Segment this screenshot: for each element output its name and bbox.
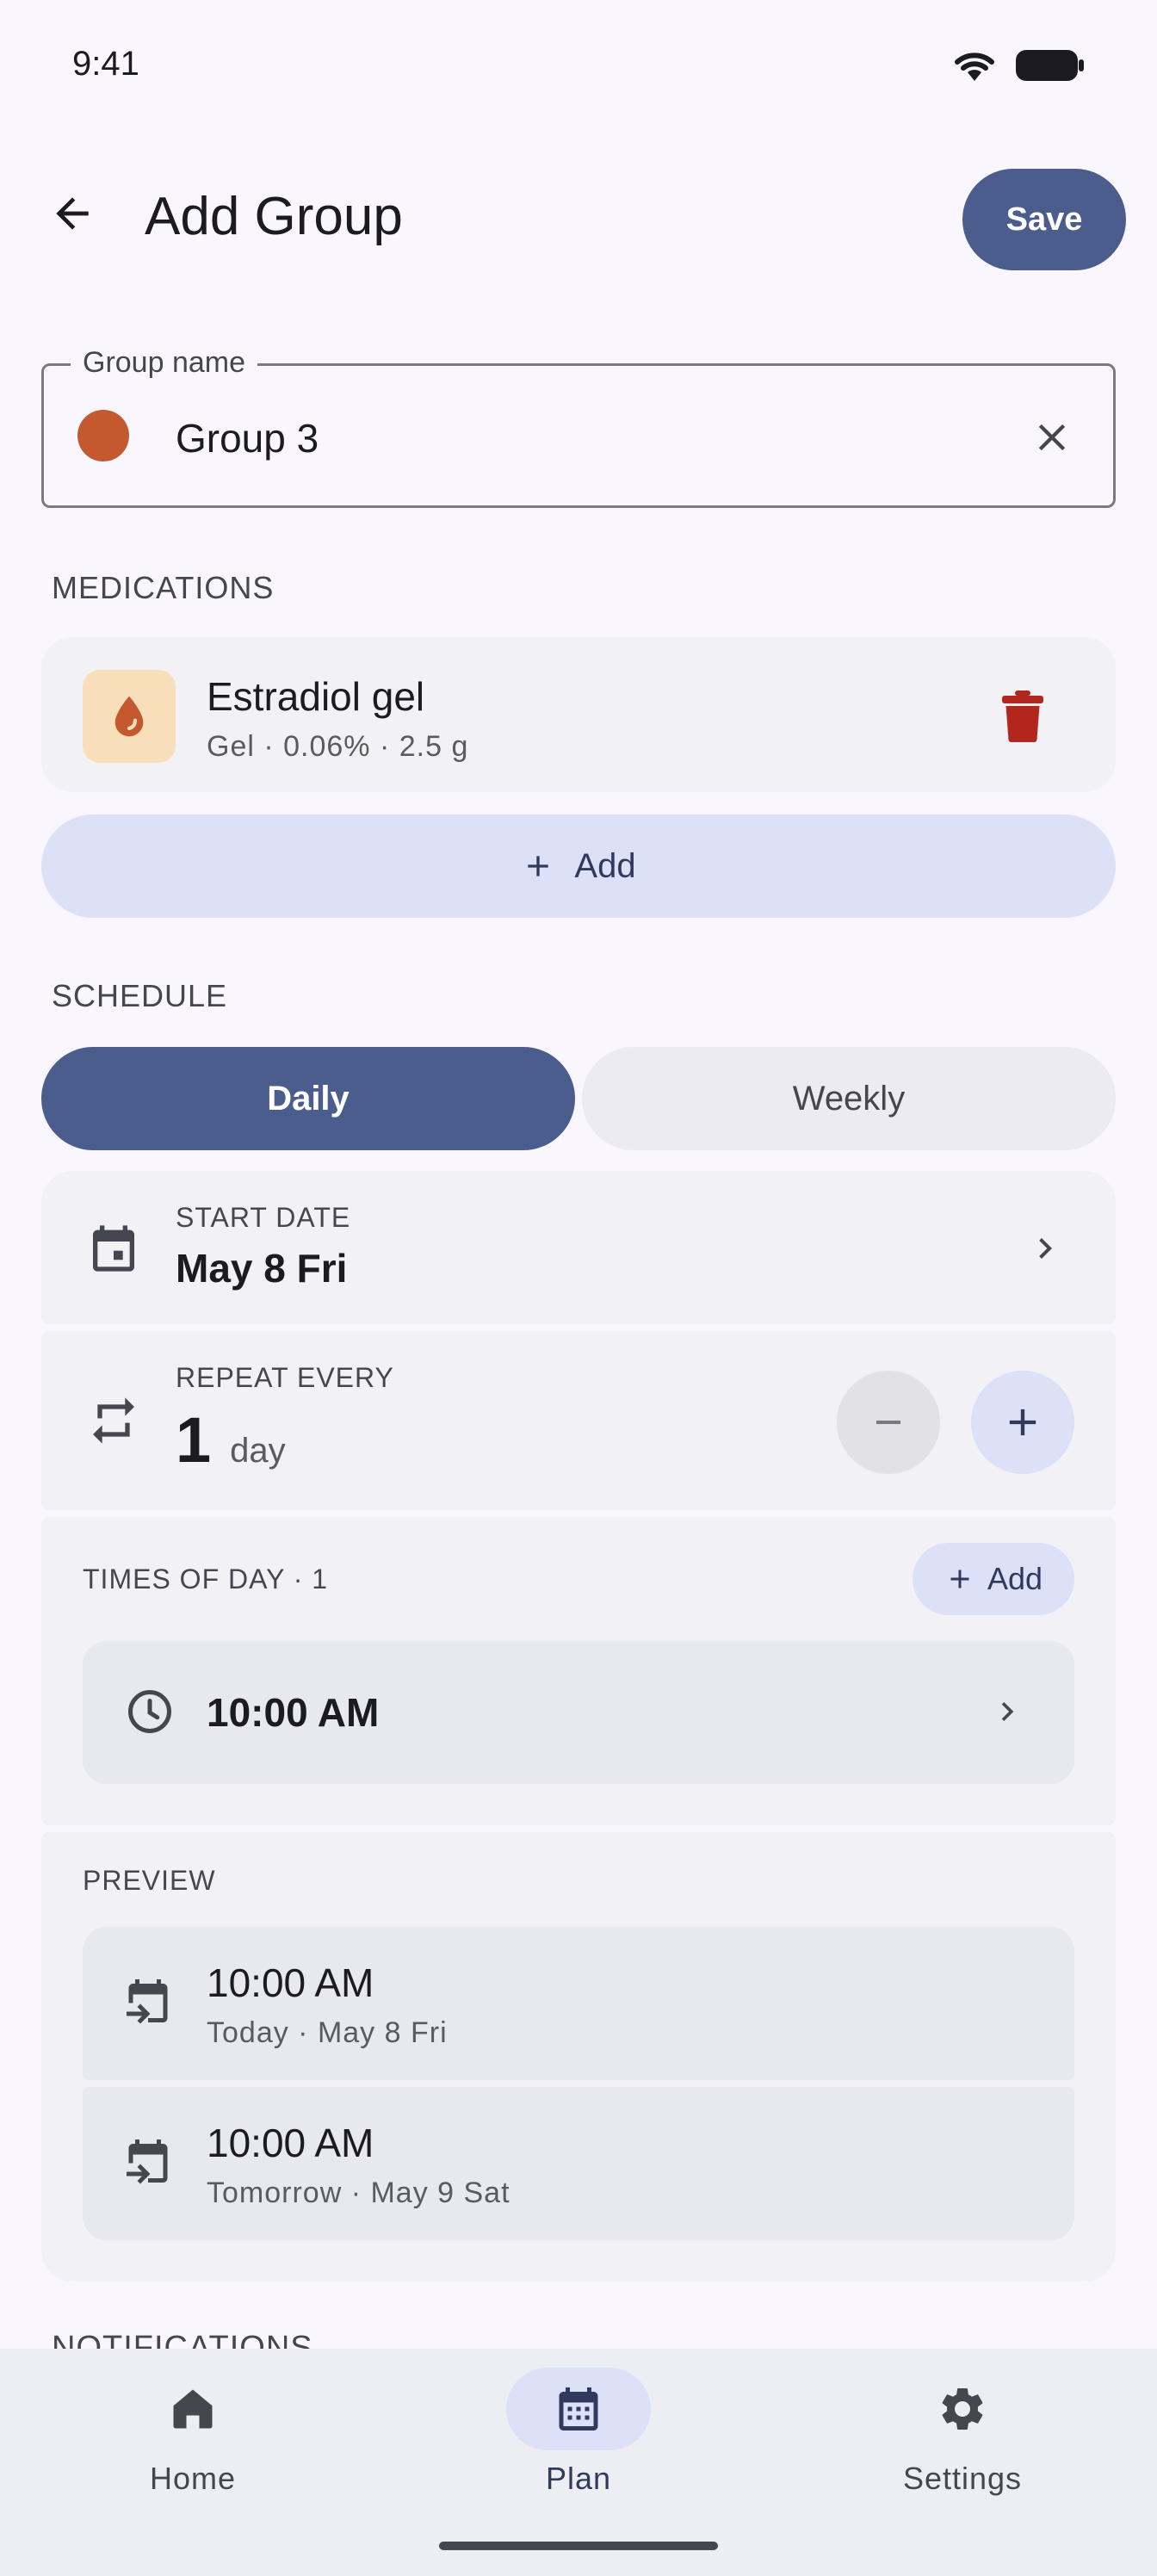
preview-label: PREVIEW <box>83 1865 216 1896</box>
home-icon <box>173 2389 213 2429</box>
event-upcoming-icon <box>122 2135 174 2191</box>
trash-icon <box>1002 690 1043 742</box>
plus-icon <box>528 856 549 876</box>
add-time-label: Add <box>987 1561 1043 1596</box>
repeat-icon <box>83 1390 145 1452</box>
delete-medication-button[interactable] <box>995 685 1050 747</box>
times-of-day-label: TIMES OF DAY · 1 <box>83 1564 329 1595</box>
start-date-label: START DATE <box>176 1202 351 1233</box>
plus-icon <box>1009 1409 1036 1436</box>
calendar-icon <box>559 2387 598 2430</box>
nav-item-home[interactable]: Home <box>81 2368 305 2497</box>
nav-pill-active <box>506 2368 651 2450</box>
chevron-right-icon <box>988 1693 1026 1735</box>
group-name-label: Group name <box>71 346 257 380</box>
medication-name: Estradiol gel <box>207 674 425 719</box>
nav-item-settings[interactable]: Settings <box>851 2368 1074 2497</box>
wifi-icon <box>955 53 994 81</box>
chevron-right-icon <box>1024 1228 1066 1273</box>
add-time-button[interactable]: Add <box>913 1543 1074 1615</box>
preview-time: 10:00 AM <box>207 2121 374 2165</box>
tab-daily[interactable]: Daily <box>41 1047 575 1150</box>
decrement-button[interactable] <box>837 1371 940 1474</box>
repeat-every-label: REPEAT EVERY <box>176 1362 394 1393</box>
repeat-unit: day <box>230 1432 286 1470</box>
preview-date: Today · May 8 Fri <box>207 2016 448 2049</box>
arrow-back-icon <box>56 197 89 230</box>
calendar-icon <box>83 1217 145 1279</box>
increment-button[interactable] <box>971 1371 1074 1474</box>
medication-detail: Gel · 0.06% · 2.5 g <box>207 730 469 763</box>
nav-label-home: Home <box>149 2461 237 2496</box>
plus-icon <box>950 1570 969 1588</box>
status-icons <box>952 48 1085 83</box>
medications-section-title: MEDICATIONS <box>52 570 275 605</box>
event-upcoming-icon <box>122 1975 174 2031</box>
nav-item-plan[interactable]: Plan <box>467 2368 690 2497</box>
battery-icon <box>1016 50 1084 81</box>
preview-time: 10:00 AM <box>207 1960 374 2005</box>
close-icon <box>1038 424 1066 451</box>
group-name-input[interactable]: Group 3 <box>176 415 319 461</box>
save-button[interactable]: Save <box>962 169 1126 270</box>
status-time: 9:41 <box>72 45 139 83</box>
nav-label-settings: Settings <box>902 2461 1023 2496</box>
add-medication-button[interactable]: Add <box>41 814 1116 918</box>
preview-date: Tomorrow · May 9 Sat <box>207 2177 510 2209</box>
tab-weekly[interactable]: Weekly <box>582 1047 1116 1150</box>
nav-label-plan: Plan <box>545 2461 612 2496</box>
time-value: 10:00 AM <box>207 1690 380 1735</box>
medication-card[interactable] <box>41 637 1116 792</box>
nav-pill <box>121 2368 265 2450</box>
page-title: Add Group <box>145 187 403 246</box>
nav-pill <box>890 2368 1035 2450</box>
clear-button[interactable] <box>1024 410 1080 465</box>
add-medication-label: Add <box>574 846 636 885</box>
back-button[interactable] <box>40 181 105 246</box>
repeat-value-group: 1 day <box>176 1403 286 1477</box>
start-date-value: May 8 Fri <box>176 1246 348 1291</box>
clock-icon <box>124 1686 176 1742</box>
repeat-count: 1 <box>176 1404 212 1476</box>
minus-icon <box>876 1421 900 1424</box>
schedule-section-title: SCHEDULE <box>52 978 228 1013</box>
drop-icon <box>83 670 176 763</box>
gear-icon <box>942 2388 983 2430</box>
home-indicator <box>439 2542 718 2550</box>
group-color-swatch[interactable] <box>77 410 129 461</box>
